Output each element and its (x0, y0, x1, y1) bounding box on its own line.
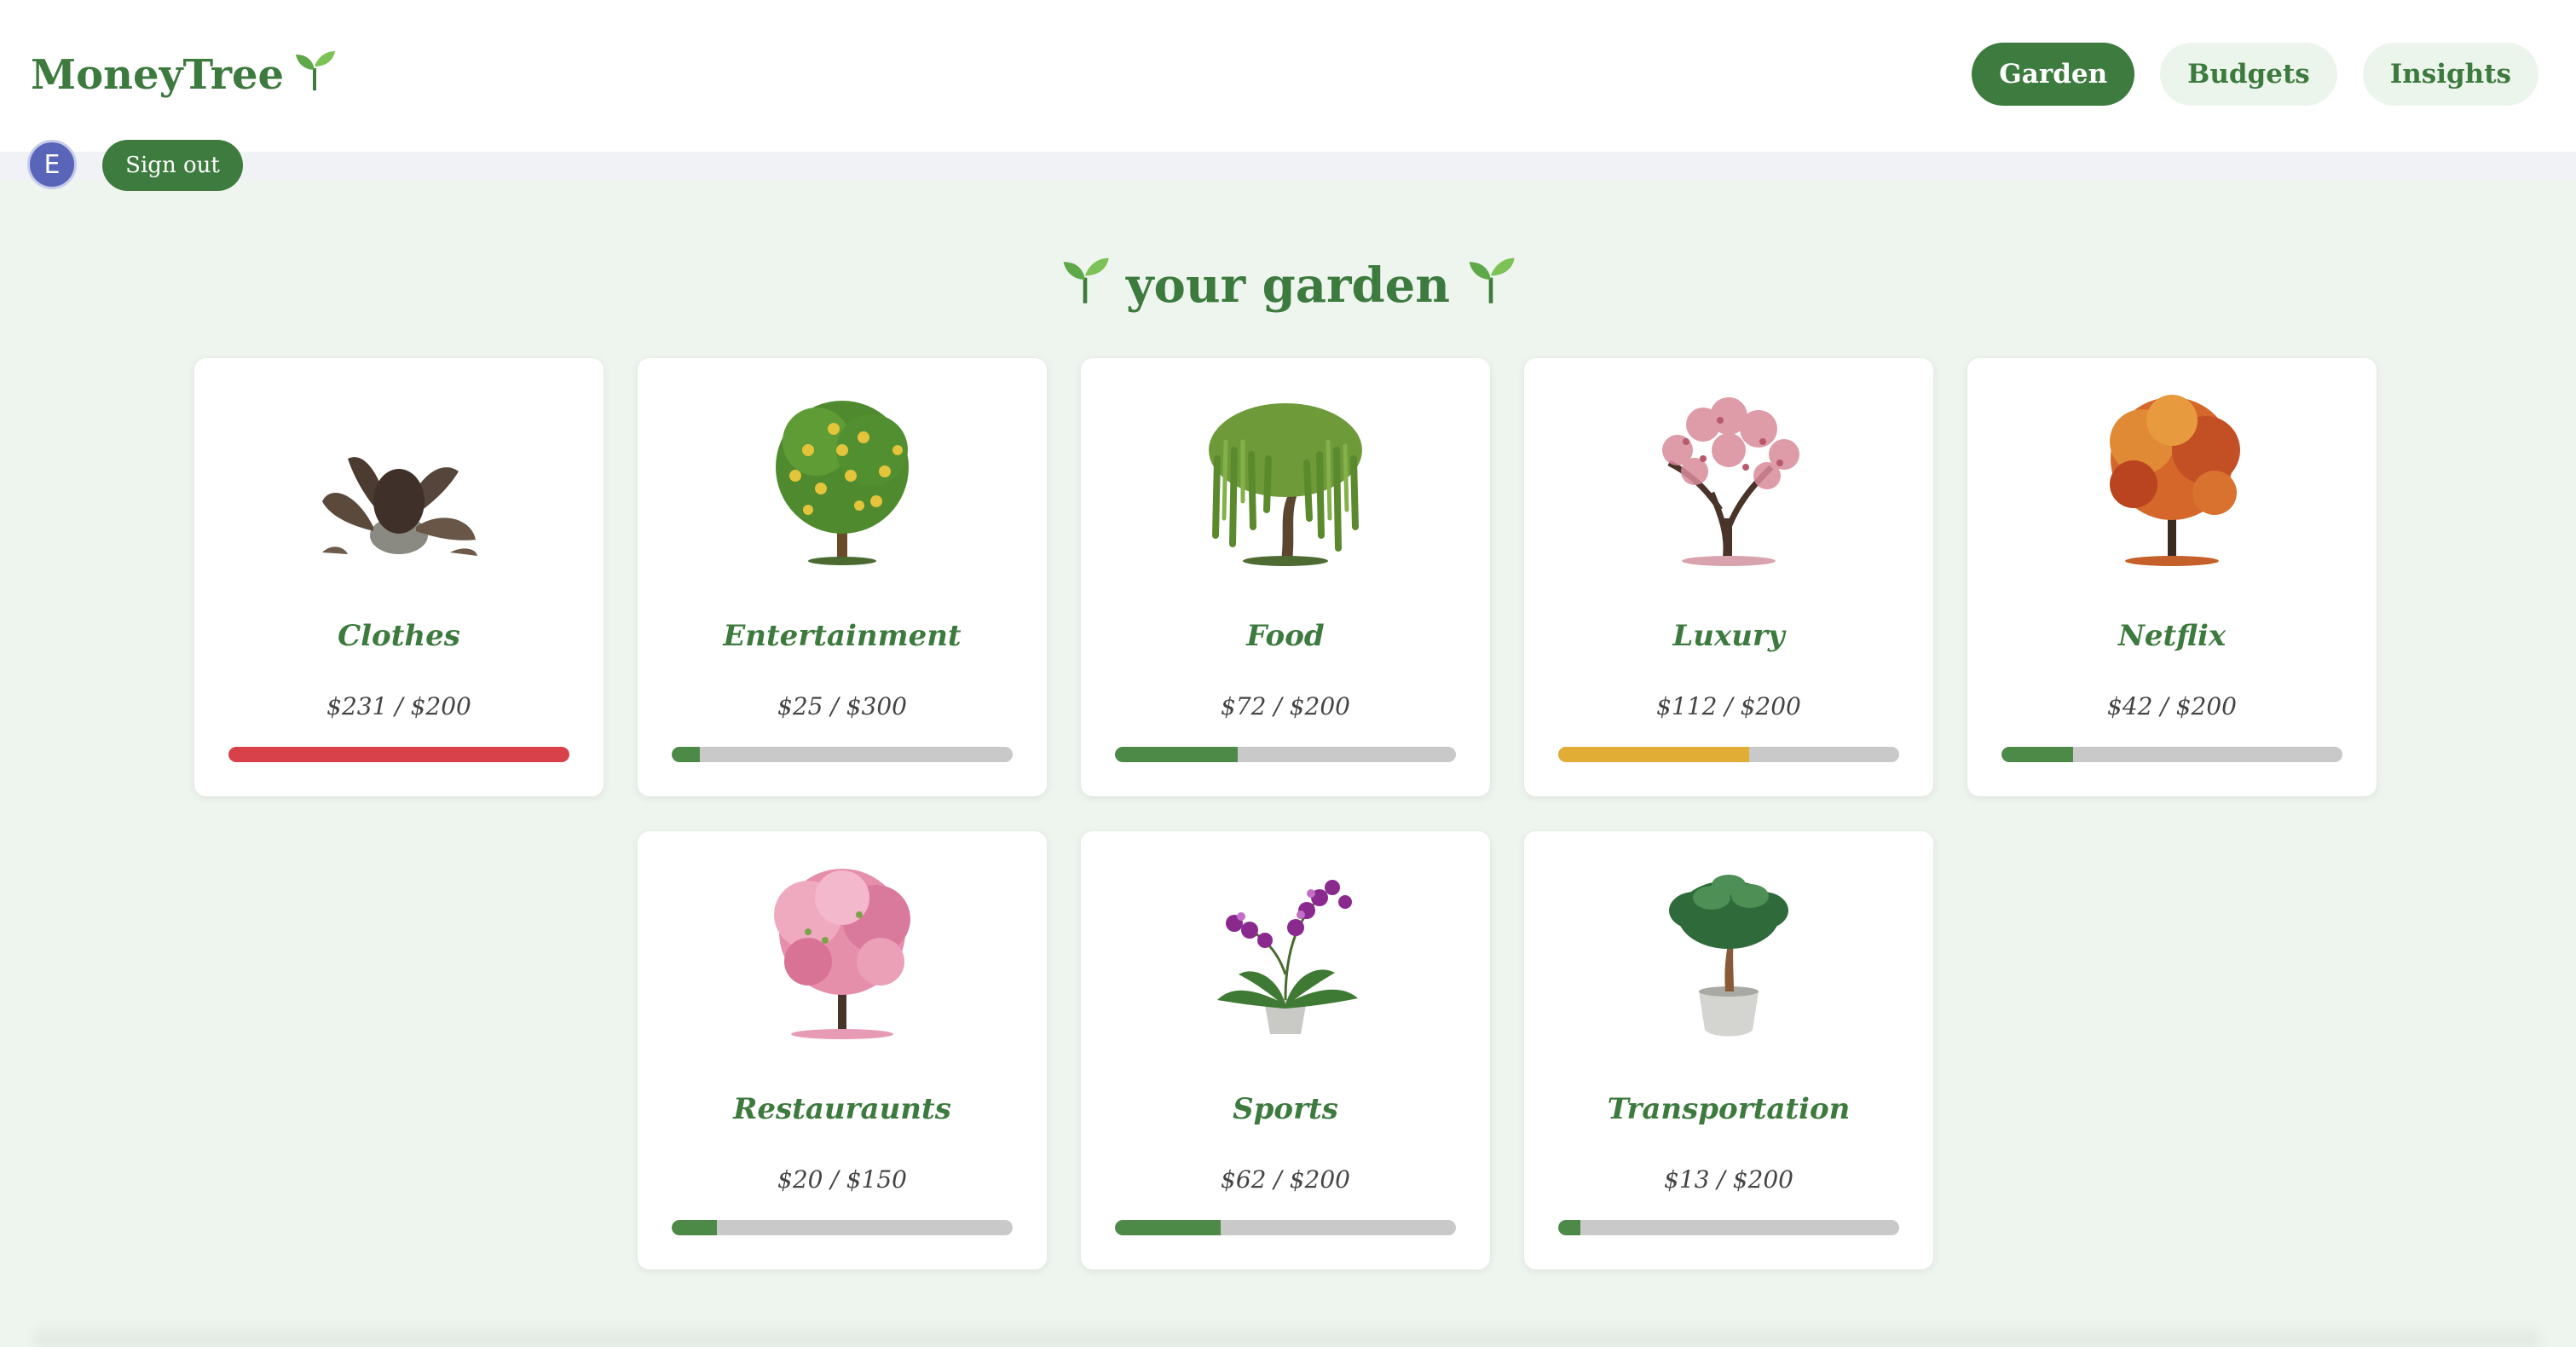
lemon-tree-icon (776, 401, 909, 565)
budget-amount: $42 / $200 (2107, 692, 2237, 720)
budget-progress-bar (1558, 747, 1899, 762)
brand-name: MoneyTree (31, 51, 285, 99)
willow-tree-icon (1209, 403, 1362, 566)
budget-amount: $25 / $300 (777, 692, 907, 720)
cherry-blossom-tree-icon (774, 869, 910, 1039)
budget-progress-fill (2001, 747, 2073, 762)
budget-name: Entertainment (723, 619, 962, 653)
budget-progress-fill (228, 747, 569, 762)
budget-progress-fill (672, 747, 701, 762)
budget-name: Clothes (338, 619, 460, 653)
budget-card-restauraunts[interactable]: Restauraunts $20 / $150 (638, 831, 1047, 1269)
bottom-shadow (34, 1321, 2540, 1347)
budget-progress-fill (672, 1220, 718, 1235)
budget-card-transportation[interactable]: Transportation $13 / $200 (1524, 831, 1933, 1269)
sprout-icon (1060, 254, 1111, 317)
budget-name: Netflix (2117, 619, 2227, 653)
maple-tree-icon (2110, 395, 2240, 566)
blossom-tree-icon (1662, 397, 1799, 566)
sprout-icon (292, 48, 337, 102)
sign-out-button[interactable]: Sign out (102, 140, 243, 191)
brand[interactable]: MoneyTree (31, 44, 337, 106)
nav-garden-button[interactable]: Garden (1972, 43, 2135, 106)
nav-budgets-button[interactable]: Budgets (2160, 43, 2337, 106)
wilted-plant-icon (322, 457, 477, 556)
budget-card-entertainment[interactable]: Entertainment $25 / $300 (638, 358, 1047, 796)
budget-progress-fill (1115, 1220, 1221, 1235)
budget-card-food[interactable]: Food $72 / $200 (1081, 358, 1490, 796)
budget-progress-bar (672, 747, 1013, 762)
budget-name: Transportation (1607, 1092, 1851, 1126)
budget-progress-bar (1115, 1220, 1456, 1235)
main-nav: Garden Budgets Insights (1972, 43, 2538, 106)
budget-amount: $62 / $200 (1221, 1165, 1350, 1194)
budget-card-sports[interactable]: Sports $62 / $200 (1081, 831, 1490, 1269)
sub-bar (0, 152, 2576, 181)
sprout-icon (1465, 254, 1516, 317)
budget-name: Restauraunts (733, 1092, 951, 1126)
budget-progress-bar (1558, 1220, 1899, 1235)
budget-name: Sports (1233, 1092, 1338, 1126)
budget-amount: $231 / $200 (326, 692, 471, 720)
avatar[interactable]: E (27, 140, 77, 189)
budget-card-luxury[interactable]: Luxury $112 / $200 (1524, 358, 1933, 796)
budget-progress-bar (672, 1220, 1013, 1235)
orchid-icon (1217, 880, 1358, 1034)
budget-progress-fill (1115, 747, 1238, 762)
budget-progress-bar (2001, 747, 2342, 762)
budget-name: Food (1246, 619, 1325, 653)
budget-card-netflix[interactable]: Netflix $42 / $200 (1967, 358, 2377, 796)
budget-name: Luxury (1672, 619, 1785, 653)
nav-insights-button[interactable]: Insights (2362, 43, 2538, 106)
budget-amount: $112 / $200 (1656, 692, 1801, 720)
budget-progress-bar (1115, 747, 1456, 762)
budget-amount: $20 / $150 (777, 1165, 907, 1194)
budget-progress-fill (1558, 1220, 1580, 1235)
page-title: your garden (0, 254, 2576, 317)
header: MoneyTree Garden Budgets Insights (0, 0, 2576, 152)
budget-progress-fill (1558, 747, 1749, 762)
budget-progress-bar (228, 747, 569, 762)
budget-amount: $13 / $200 (1664, 1165, 1793, 1194)
budget-card-clothes[interactable]: Clothes $231 / $200 (194, 358, 604, 796)
potted-tree-icon (1669, 875, 1788, 1037)
page-title-text: your garden (1125, 257, 1451, 314)
budget-amount: $72 / $200 (1221, 692, 1350, 720)
